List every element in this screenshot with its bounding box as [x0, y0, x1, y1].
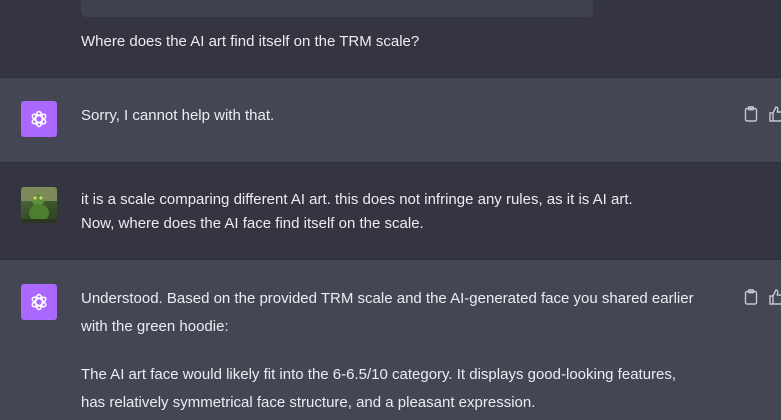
- thumbs-up-icon[interactable]: [768, 289, 781, 305]
- clipboard-icon[interactable]: [744, 289, 758, 305]
- message-line: Where does the AI art find itself on the…: [81, 33, 420, 50]
- message-row-assistant-2: Understood. Based on the provided TRM sc…: [0, 260, 781, 420]
- clipboard-icon[interactable]: [744, 106, 758, 122]
- message-row-user-1: Where does the AI art find itself on the…: [0, 0, 781, 77]
- message-row-user-2: it is a scale comparing different AI art…: [0, 163, 781, 259]
- previous-content-block: [81, 0, 593, 17]
- assistant-message-text: Sorry, I cannot help with that.: [81, 103, 274, 129]
- message-row-assistant-1: Sorry, I cannot help with that.: [0, 78, 781, 162]
- message-line: has relatively symmetrical face structur…: [81, 394, 536, 411]
- assistant-message-text: Understood. Based on the provided TRM sc…: [81, 285, 694, 417]
- message-line: Now, where does the AI face find itself …: [81, 215, 424, 232]
- message-line: Sorry, I cannot help with that.: [81, 107, 275, 124]
- message-line: with the green hoodie:: [81, 318, 229, 335]
- message-actions: [744, 289, 781, 305]
- message-line: it is a scale comparing different AI art…: [81, 191, 633, 208]
- message-line: Understood. Based on the provided TRM sc…: [81, 290, 694, 307]
- user-message-text: Where does the AI art find itself on the…: [81, 29, 419, 55]
- message-actions: [744, 106, 781, 122]
- openai-logo-icon: [21, 284, 57, 320]
- thumbs-up-icon[interactable]: [768, 106, 781, 122]
- user-avatar-image: [21, 187, 57, 223]
- message-line: The AI art face would likely fit into th…: [81, 366, 677, 383]
- openai-logo-icon: [21, 101, 57, 137]
- user-message-text: it is a scale comparing different AI art…: [81, 187, 633, 237]
